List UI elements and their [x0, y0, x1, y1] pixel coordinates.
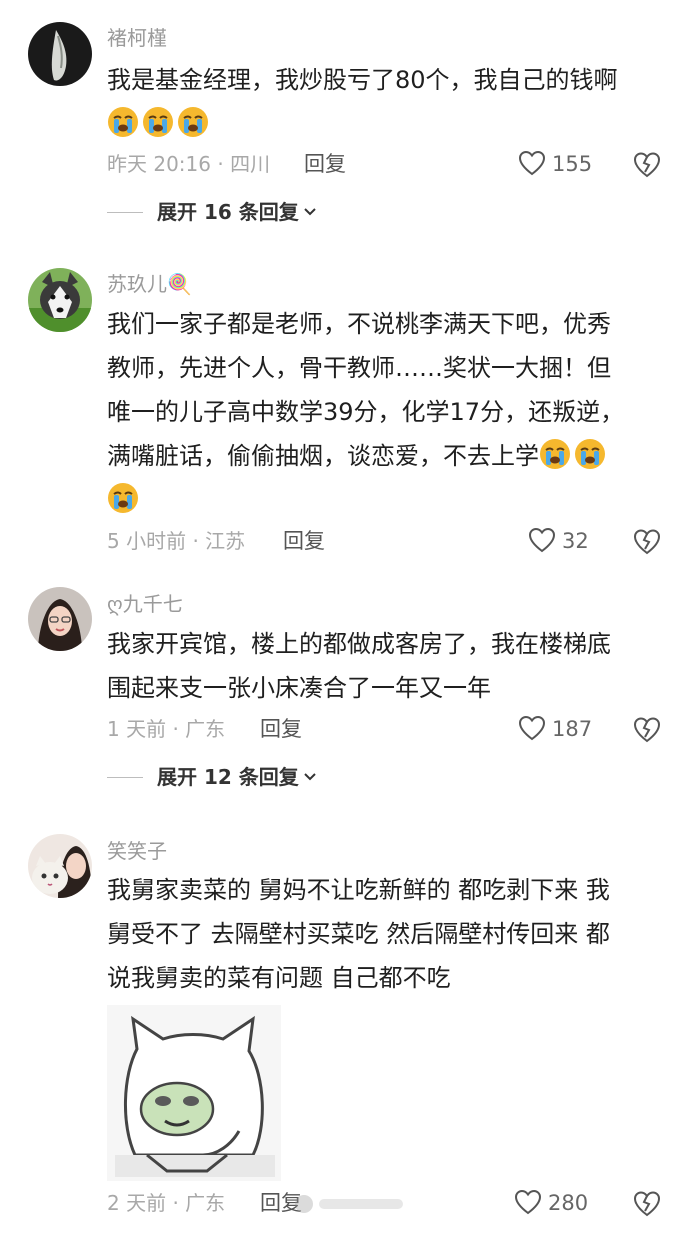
heart-icon	[514, 1189, 542, 1215]
divider	[107, 777, 143, 778]
cat-meme-sticker[interactable]	[107, 1005, 281, 1181]
dislike-button[interactable]	[632, 715, 662, 743]
like-count: 155	[552, 152, 593, 176]
comment-meta: 5 小时前 · 江苏	[107, 529, 246, 553]
avatar[interactable]	[28, 834, 92, 898]
broken-heart-icon	[633, 1191, 661, 1217]
cat-meme-image	[107, 1005, 281, 1181]
dislike-button[interactable]	[632, 150, 662, 178]
comment-text-line: 说我舅卖的菜有问题 自己都不吃	[107, 964, 451, 992]
comment-text: 我是基金经理，我炒股亏了80个，我自己的钱啊	[107, 58, 667, 146]
like-button[interactable]: 280	[514, 1189, 588, 1217]
username[interactable]: 苏玖儿🍭	[107, 272, 192, 296]
avatar[interactable]	[28, 587, 92, 651]
crying-emoji-icon	[540, 439, 570, 469]
comment-meta: 2 天前 · 广东	[107, 1191, 226, 1215]
heart-icon	[518, 150, 546, 176]
like-button[interactable]: 155	[518, 150, 592, 178]
dislike-button[interactable]	[632, 1189, 662, 1217]
comment-text-line: 我舅家卖菜的 舅妈不让吃新鲜的 都吃剥下来 我	[107, 876, 610, 904]
like-count: 32	[562, 529, 589, 553]
heart-icon	[528, 527, 556, 553]
expand-replies-button[interactable]: 展开 12 条回复	[107, 765, 317, 789]
broken-heart-icon	[633, 717, 661, 743]
comment-text-line: 教师，先进个人，骨干教师……奖状一大捆！但	[107, 354, 611, 382]
chevron-down-icon	[304, 773, 316, 781]
crying-emoji-icon	[178, 107, 208, 137]
watermark-logo	[295, 1195, 403, 1213]
avatar[interactable]	[28, 22, 92, 86]
reply-button[interactable]: 回复	[304, 152, 346, 176]
comment-text-line: 我是基金经理，我炒股亏了80个，我自己的钱啊	[107, 66, 618, 94]
username[interactable]: 褚柯槿	[107, 26, 167, 50]
comment-text-line: 满嘴脏话，偷偷抽烟，谈恋爱，不去上学	[107, 442, 539, 470]
like-count: 280	[548, 1191, 589, 1215]
comment-meta: 1 天前 · 广东	[107, 717, 226, 741]
comment-text-line: 围起来支一张小床凑合了一年又一年	[107, 674, 491, 702]
comment-text-line: 我家开宾馆，楼上的都做成客房了，我在楼梯底	[107, 630, 611, 658]
expand-label: 展开 12 条回复	[157, 765, 299, 789]
crying-emoji-icon	[108, 483, 138, 513]
username[interactable]: 笑笑子	[107, 839, 167, 863]
dislike-button[interactable]	[632, 527, 662, 555]
like-button[interactable]: 187	[518, 715, 592, 743]
chevron-down-icon	[304, 208, 316, 216]
username[interactable]: ღ九千七	[107, 592, 183, 616]
comment-text: 我们一家子都是老师，不说桃李满天下吧，优秀 教师，先进个人，骨干教师……奖状一大…	[107, 302, 667, 522]
heart-icon	[518, 715, 546, 741]
crying-emoji-icon	[108, 107, 138, 137]
comment-text-line: 舅受不了 去隔壁村买菜吃 然后隔壁村传回来 都	[107, 920, 610, 948]
reply-button[interactable]: 回复	[283, 529, 325, 553]
expand-label: 展开 16 条回复	[157, 200, 299, 224]
avatar[interactable]	[28, 268, 92, 332]
crying-emoji-icon	[575, 439, 605, 469]
like-button[interactable]: 32	[528, 527, 589, 555]
emoji-row	[107, 107, 212, 138]
like-count: 187	[552, 717, 593, 741]
expand-replies-button[interactable]: 展开 16 条回复	[107, 200, 317, 224]
comment-text: 我家开宾馆，楼上的都做成客房了，我在楼梯底 围起来支一张小床凑合了一年又一年	[107, 622, 667, 710]
divider	[107, 212, 143, 213]
comment-meta: 昨天 20:16 · 四川	[107, 152, 271, 176]
crying-emoji-icon	[143, 107, 173, 137]
reply-button[interactable]: 回复	[260, 717, 302, 741]
broken-heart-icon	[633, 529, 661, 555]
comment-text-line: 我们一家子都是老师，不说桃李满天下吧，优秀	[107, 310, 611, 338]
comment-text: 我舅家卖菜的 舅妈不让吃新鲜的 都吃剥下来 我 舅受不了 去隔壁村买菜吃 然后隔…	[107, 868, 667, 1000]
comment-text-line: 唯一的儿子高中数学39分，化学17分，还叛逆，	[107, 398, 625, 426]
broken-heart-icon	[633, 152, 661, 178]
